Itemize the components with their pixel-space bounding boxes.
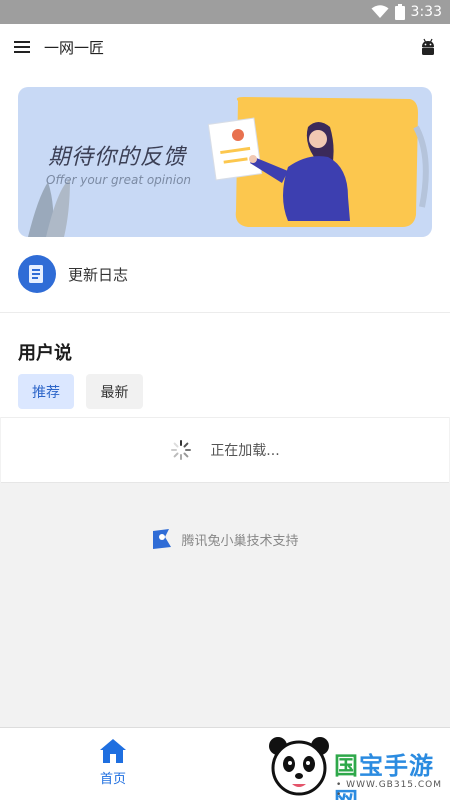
watermark-brand-green: 国 <box>334 752 359 780</box>
tab-recommended[interactable]: 推荐 <box>18 374 74 409</box>
watermark: 国宝手游网 • WWW.GB315.COM • <box>260 730 450 800</box>
status-time: 3:33 <box>410 4 442 20</box>
feedback-banner[interactable]: 期待你的反馈 Offer your great opinion <box>18 87 432 237</box>
wifi-icon <box>371 5 389 19</box>
user-feedback-section: 用户说 推荐 最新 <box>0 313 450 417</box>
tuxiaochao-logo-icon <box>151 527 173 551</box>
android-icon[interactable] <box>420 38 436 56</box>
changelog-entry[interactable]: 更新日志 <box>18 255 128 293</box>
changelog-label: 更新日志 <box>68 265 129 284</box>
section-title: 用户说 <box>18 343 72 364</box>
banner-subline: Offer your great opinion <box>46 173 192 187</box>
panda-logo-icon <box>269 737 329 796</box>
menu-icon[interactable] <box>14 40 30 54</box>
loading-text: 正在加载... <box>210 443 280 459</box>
home-icon <box>99 738 127 764</box>
banner-headline: 期待你的反馈 <box>48 145 187 170</box>
tab-latest[interactable]: 最新 <box>86 374 143 409</box>
nav-home-label: 首页 <box>99 772 126 787</box>
loading-indicator: 正在加载... <box>1 417 449 483</box>
powered-by-text: 腾讯兔小巢技术支持 <box>181 533 299 549</box>
app-title: 一网一匠 <box>44 38 105 57</box>
document-icon <box>18 255 56 293</box>
nav-home[interactable]: 首页 <box>82 738 144 790</box>
spinner-icon <box>170 439 192 461</box>
app-bar: 一网一匠 <box>0 24 450 70</box>
status-bar: 3:33 <box>0 0 450 24</box>
battery-icon <box>394 4 405 20</box>
watermark-url: • WWW.GB315.COM • <box>336 780 443 800</box>
powered-by[interactable]: 腾讯兔小巢技术支持 <box>0 524 450 554</box>
